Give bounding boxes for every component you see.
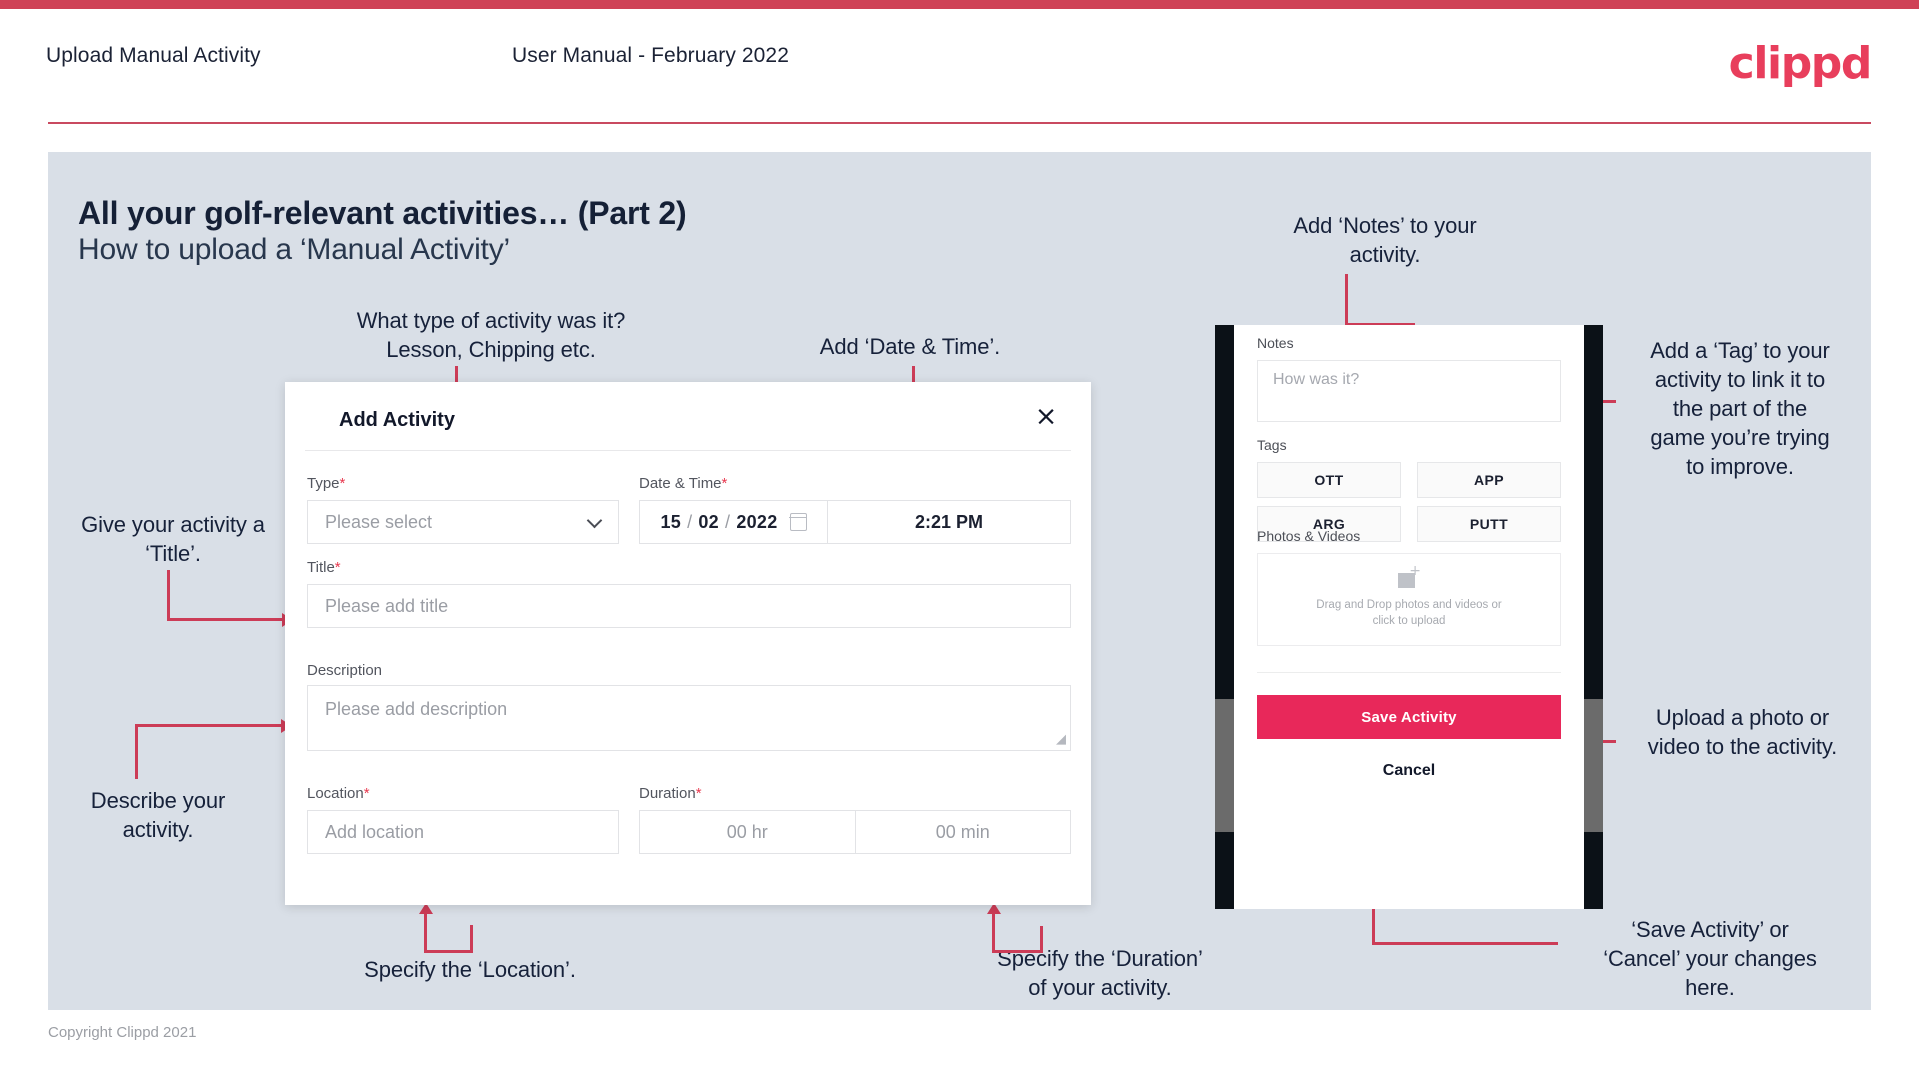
close-icon[interactable]: ×: [1029, 400, 1063, 434]
location-label: Location*: [307, 785, 370, 802]
connector-duration: [992, 950, 1043, 953]
connector-title: [167, 618, 284, 621]
title-input[interactable]: Please add title: [307, 584, 1071, 628]
annotation-notes: Add ‘Notes’ to your activity.: [1293, 213, 1477, 267]
date-month: 02: [698, 511, 719, 532]
connector-location: [424, 950, 473, 953]
tag-button-ott[interactable]: OTT: [1257, 462, 1401, 498]
duration-minutes[interactable]: 00 min: [854, 811, 1071, 853]
notes-textarea[interactable]: How was it?: [1257, 360, 1561, 422]
annotation-tag: Add a ‘Tag’ to your activity to link it …: [1650, 338, 1830, 479]
tags-label: Tags: [1257, 437, 1287, 453]
dropzone-line-1: Drag and Drop photos and videos or: [1316, 598, 1502, 611]
notes-label: Notes: [1257, 335, 1294, 351]
annotation-title: Give your activity a ‘Title’.: [81, 512, 265, 566]
title-placeholder: Please add title: [325, 595, 449, 616]
slide-root: Upload Manual Activity User Manual - Feb…: [0, 0, 1919, 1079]
chevron-down-icon: [588, 515, 602, 529]
connector-notes: [1345, 274, 1348, 326]
date-sep-1: /: [687, 511, 693, 532]
title-label: Title*: [307, 559, 341, 576]
phone-frame-right-accent: [1584, 699, 1603, 832]
time-input[interactable]: 2:21 PM: [827, 501, 1070, 543]
header-subtitle: User Manual - February 2022: [512, 44, 789, 67]
date-input[interactable]: 15 / 02 / 2022: [640, 501, 827, 543]
phone-frame-left-accent: [1215, 699, 1234, 832]
datetime-label-text: Date & Time: [639, 475, 722, 492]
datetime-label: Date & Time*: [639, 475, 727, 492]
connector-title: [167, 570, 170, 621]
location-required-mark: *: [363, 785, 370, 802]
annotation-location: Specify the ‘Location’.: [364, 957, 576, 982]
duration-field[interactable]: 00 hr 00 min: [639, 810, 1071, 854]
date-sep-2: /: [725, 511, 731, 532]
save-activity-button[interactable]: Save Activity: [1257, 695, 1561, 739]
duration-required-mark: *: [695, 785, 702, 802]
connector-description: [135, 724, 283, 727]
header-divider: [48, 122, 1871, 124]
type-select[interactable]: Please select: [307, 500, 619, 544]
phone-frame-right: [1584, 325, 1603, 909]
annotation-datetime: Add ‘Date & Time’.: [819, 334, 1001, 359]
description-label: Description: [307, 662, 383, 679]
duration-label: Duration*: [639, 785, 702, 802]
description-placeholder: Please add description: [325, 699, 508, 719]
clippd-logo: clippd: [1728, 38, 1873, 89]
location-input[interactable]: Add location: [307, 810, 619, 854]
type-label: Type*: [307, 475, 345, 492]
notes-placeholder: How was it?: [1273, 371, 1360, 388]
top-accent-bar: [0, 0, 1919, 9]
connector-duration: [992, 913, 995, 953]
calendar-icon[interactable]: [788, 513, 807, 531]
phone-screen: Notes How was it? Tags OTT APP ARG PUTT …: [1234, 325, 1584, 909]
connector-duration: [1040, 926, 1043, 953]
datetime-field[interactable]: 15 / 02 / 2022 2:21 PM: [639, 500, 1071, 544]
title-required-mark: *: [334, 559, 341, 576]
date-day: 15: [660, 511, 682, 532]
page-title: All your golf-relevant activities… (Part…: [78, 195, 687, 231]
description-textarea[interactable]: Please add description ◢: [307, 685, 1071, 751]
connector-save: [1372, 942, 1558, 945]
annotation-save: ‘Save Activity’ or ‘Cancel’ your changes…: [1603, 917, 1817, 1000]
connector-description: [135, 724, 138, 779]
date-year: 2022: [736, 511, 778, 532]
photos-label: Photos & Videos: [1257, 528, 1361, 544]
connector-location: [424, 913, 427, 953]
add-activity-dialog: Add Activity × Type* Please select Date …: [285, 382, 1091, 905]
dialog-title: Add Activity: [339, 409, 455, 431]
title-label-text: Title: [307, 559, 335, 576]
resize-handle-icon[interactable]: ◢: [1056, 731, 1066, 747]
phone-frame-left: [1215, 325, 1234, 909]
dialog-divider: [305, 450, 1071, 451]
tag-button-app[interactable]: APP: [1417, 462, 1561, 498]
annotation-photo: Upload a photo or video to the activity.: [1647, 705, 1838, 759]
header-title: Upload Manual Activity: [46, 44, 261, 67]
type-required-mark: *: [339, 475, 346, 492]
cancel-button[interactable]: Cancel: [1257, 757, 1561, 785]
phone-mockup: Notes How was it? Tags OTT APP ARG PUTT …: [1215, 325, 1603, 909]
location-label-text: Location: [307, 785, 364, 802]
page-subtitle: How to upload a ‘Manual Activity’: [78, 233, 510, 266]
type-placeholder: Please select: [325, 511, 433, 532]
add-image-icon: [1398, 564, 1421, 590]
photo-dropzone[interactable]: Drag and Drop photos and videos or click…: [1257, 553, 1561, 646]
datetime-required-mark: *: [721, 475, 728, 492]
phone-divider: [1257, 672, 1561, 673]
connector-location: [470, 925, 473, 953]
footer-copyright: Copyright Clippd 2021: [48, 1024, 197, 1041]
location-placeholder: Add location: [325, 821, 425, 842]
duration-hours[interactable]: 00 hr: [640, 811, 855, 853]
annotation-description: Describe your activity.: [90, 788, 226, 842]
annotation-type: What type of activity was it? Lesson, Ch…: [356, 308, 626, 362]
duration-label-text: Duration: [639, 785, 696, 802]
tag-button-putt[interactable]: PUTT: [1417, 506, 1561, 542]
dropzone-line-2: click to upload: [1372, 614, 1446, 627]
type-label-text: Type: [307, 475, 340, 492]
